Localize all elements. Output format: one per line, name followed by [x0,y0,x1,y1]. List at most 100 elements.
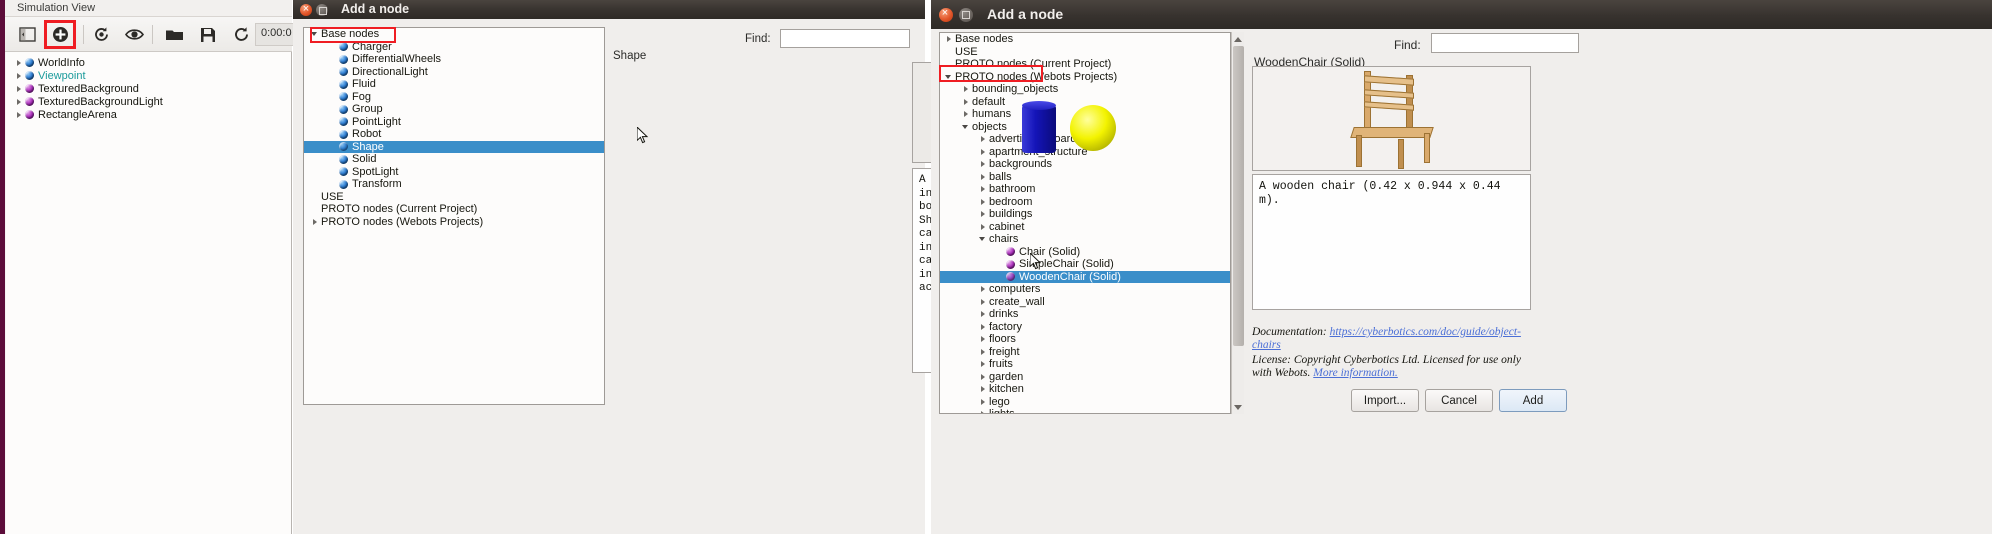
expand-arrow-icon[interactable] [14,71,24,81]
tree-row[interactable]: Base nodes [940,33,1230,46]
tree-row[interactable]: USE [940,46,1230,59]
dialog-titlebar[interactable]: Add a node [293,0,925,19]
scene-tree-item[interactable]: RectangleArena [6,108,291,121]
tree-row[interactable]: balls [940,171,1230,184]
expand-arrow-icon[interactable] [978,384,988,394]
tree-row[interactable]: garden [940,371,1230,384]
tree-row[interactable]: SimpleChair (Solid) [940,258,1230,271]
tree-row[interactable]: fruits [940,358,1230,371]
tree-row[interactable]: freight [940,346,1230,359]
find-input[interactable] [1431,33,1579,53]
expand-arrow-icon[interactable] [978,222,988,232]
tree-row[interactable]: floors [940,333,1230,346]
scene-tree-item[interactable]: WorldInfo [6,56,291,69]
expand-arrow-icon[interactable] [978,334,988,344]
tree-row[interactable]: drinks [940,308,1230,321]
expand-arrow-icon[interactable] [978,409,988,413]
tree-row[interactable]: lights [940,408,1230,413]
tree-row[interactable]: Chair (Solid) [940,246,1230,259]
tree-row[interactable]: PROTO nodes (Current Project) [304,203,604,216]
expand-arrow-icon[interactable] [978,359,988,369]
tree-row[interactable]: kitchen [940,383,1230,396]
tree-row[interactable]: cabinet [940,221,1230,234]
save-world-button[interactable] [194,21,222,48]
expand-arrow-icon[interactable] [978,184,988,194]
tree-row[interactable]: chairs [940,233,1230,246]
expand-arrow-icon[interactable] [14,97,24,107]
reload-world-button[interactable] [87,21,115,48]
proto-node-tree[interactable]: Base nodes USE PROTO nodes (Current Projec… [939,32,1231,414]
tree-row[interactable]: factory [940,321,1230,334]
tree-row[interactable]: bathroom [940,183,1230,196]
tree-row[interactable]: Group [304,103,604,116]
tree-row[interactable]: backgrounds [940,158,1230,171]
expand-arrow-icon[interactable] [978,134,988,144]
toggle-panel-button[interactable] [13,21,41,48]
more-information-link[interactable]: More information. [1313,367,1398,379]
expand-arrow-icon[interactable] [978,309,988,319]
tree-row[interactable]: bedroom [940,196,1230,209]
tree-row[interactable]: Transform [304,178,604,191]
scroll-up-arrow-icon[interactable] [1232,33,1244,45]
tree-row[interactable]: Shape [304,140,604,153]
expand-arrow-icon[interactable] [978,322,988,332]
expand-arrow-icon[interactable] [978,147,988,157]
tree-row[interactable]: PointLight [304,116,604,129]
scene-tree-item[interactable]: TexturedBackgroundLight [6,95,291,108]
expand-arrow-icon[interactable] [978,234,988,244]
scroll-down-arrow-icon[interactable] [1232,401,1244,413]
dialog-titlebar[interactable]: Add a node [931,0,1992,29]
scroll-thumb[interactable] [1233,46,1244,346]
reset-button[interactable] [227,21,255,48]
open-world-button[interactable] [160,21,188,48]
view-button[interactable] [120,21,148,48]
expand-arrow-icon[interactable] [978,159,988,169]
expand-arrow-icon[interactable] [310,217,320,227]
scene-tree-item[interactable]: Viewpoint [6,69,291,82]
scene-tree[interactable]: WorldInfo Viewpoint TexturedBackground T… [6,52,291,534]
scene-tree-item[interactable]: TexturedBackground [6,82,291,95]
expand-arrow-icon[interactable] [961,122,971,132]
expand-arrow-icon[interactable] [978,172,988,182]
add-button[interactable]: Add [1499,389,1567,412]
find-label: Find: [745,33,771,45]
expand-arrow-icon[interactable] [14,58,24,68]
tree-row[interactable]: Solid [304,153,604,166]
expand-arrow-icon[interactable] [961,109,971,119]
expand-arrow-icon[interactable] [978,397,988,407]
expand-arrow-icon[interactable] [944,34,954,44]
maximize-button[interactable] [316,4,328,16]
expand-arrow-icon[interactable] [978,209,988,219]
tree-row[interactable]: WoodenChair (Solid) [940,270,1230,283]
expand-arrow-icon[interactable] [978,347,988,357]
expand-arrow-icon[interactable] [978,197,988,207]
tree-scrollbar[interactable] [1231,32,1244,414]
tree-row[interactable]: computers [940,283,1230,296]
maximize-button[interactable] [959,8,973,22]
tree-row[interactable]: DifferentialWheels [304,53,604,66]
tree-row[interactable]: lego [940,396,1230,409]
tree-row[interactable]: buildings [940,208,1230,221]
expand-arrow-icon[interactable] [961,84,971,94]
close-button[interactable] [939,5,953,22]
find-input[interactable] [780,29,910,48]
import-button[interactable]: Import... [1351,389,1419,412]
cancel-button[interactable]: Cancel [1425,389,1493,412]
expand-arrow-icon[interactable] [961,97,971,107]
expand-arrow-icon[interactable] [14,110,24,120]
tree-row[interactable]: bounding_objects [940,83,1230,96]
tree-row[interactable]: Robot [304,128,604,141]
tree-row[interactable]: SpotLight [304,166,604,179]
tree-row[interactable]: create_wall [940,296,1230,309]
expand-arrow-icon[interactable] [978,284,988,294]
expand-arrow-icon[interactable] [978,372,988,382]
node-type-tree[interactable]: Base nodes Charger DifferentialWheels Direc… [303,27,605,405]
close-button[interactable] [300,1,312,18]
tree-row[interactable]: DirectionalLight [304,66,604,79]
tree-row[interactable]: USE [304,191,604,204]
expand-arrow-icon[interactable] [14,84,24,94]
tree-row[interactable]: PROTO nodes (Webots Projects) [304,216,604,229]
tree-row[interactable]: Fluid [304,78,604,91]
tree-row[interactable]: Fog [304,91,604,104]
expand-arrow-icon[interactable] [978,297,988,307]
